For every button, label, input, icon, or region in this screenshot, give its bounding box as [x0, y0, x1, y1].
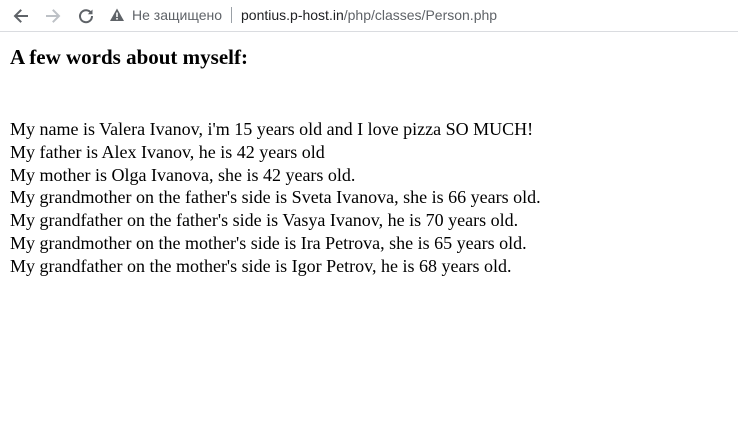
warning-triangle-icon[interactable] — [108, 6, 126, 24]
page-content: A few words about myself: My name is Val… — [0, 33, 738, 444]
url-path: /php/classes/Person.php — [343, 7, 498, 23]
forward-button[interactable] — [40, 3, 66, 29]
text-line: My grandmother on the father's side is S… — [10, 187, 541, 208]
url-text[interactable]: pontius.p-host.in/php/classes/Person.php — [241, 7, 497, 23]
browser-toolbar: Не защищено pontius.p-host.in/php/classe… — [0, 0, 738, 32]
text-line: My grandfather on the father's side is V… — [10, 210, 519, 231]
security-status-label[interactable]: Не защищено — [132, 7, 222, 23]
address-divider — [231, 7, 232, 23]
url-host: pontius.p-host.in — [241, 7, 344, 23]
back-button[interactable] — [8, 3, 34, 29]
arrow-left-icon — [13, 9, 28, 23]
text-line: My father is Alex Ivanov, he is 42 years… — [10, 141, 325, 162]
reload-icon — [79, 9, 94, 24]
reload-button[interactable] — [73, 3, 99, 29]
text-line: My grandmother on the mother's side is I… — [10, 232, 527, 253]
arrow-right-icon — [46, 9, 61, 23]
address-bar[interactable]: Не защищено pontius.p-host.in/php/classe… — [108, 2, 728, 28]
text-line: My grandfather on the mother's side is I… — [10, 255, 512, 276]
family-info-text: My name is Valera Ivanov, i'm 15 years o… — [10, 118, 541, 278]
text-line: My mother is Olga Ivanova, she is 42 yea… — [10, 164, 356, 185]
page-heading: A few words about myself: — [10, 45, 248, 69]
text-line: My name is Valera Ivanov, i'm 15 years o… — [10, 119, 534, 139]
